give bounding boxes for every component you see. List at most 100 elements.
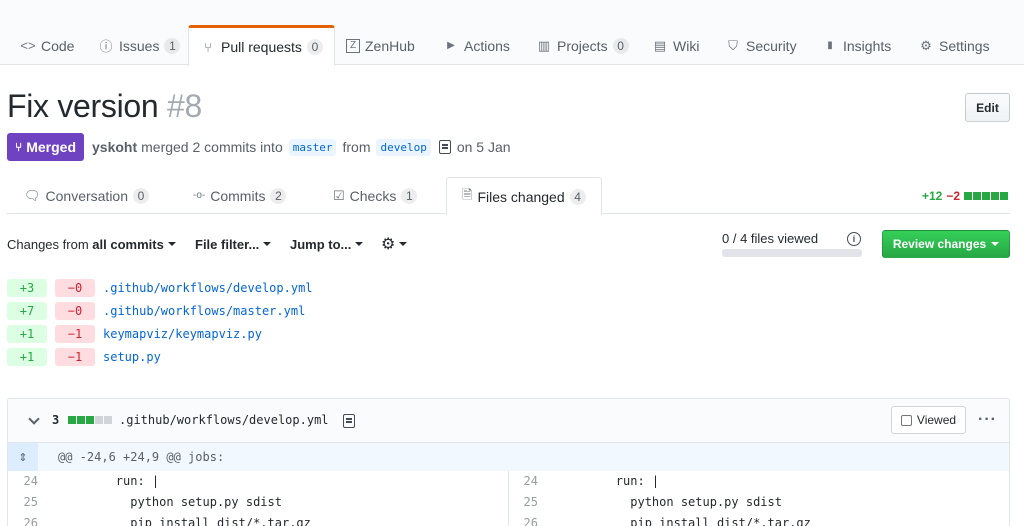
line-number[interactable]: 24 xyxy=(508,474,538,488)
tab-label: Insights xyxy=(843,37,892,54)
table-row: 26 pip install dist/*.tar.gz 26 pip inst… xyxy=(8,513,1009,526)
deletions-count: −2 xyxy=(946,189,961,203)
pr-meta: ⑂ Merged yskoht merged 2 commits into ma… xyxy=(7,133,511,161)
file-deletions: −0 xyxy=(55,301,95,320)
list-item[interactable]: +3 −0 .github/workflows/develop.yml xyxy=(7,278,313,297)
line-number[interactable]: 26 xyxy=(508,516,538,526)
viewed-checkbox[interactable]: Viewed xyxy=(891,406,966,434)
project-icon: ▥ xyxy=(537,37,551,53)
file-link[interactable]: setup.py xyxy=(103,350,161,364)
files-counter: 4 xyxy=(569,188,586,205)
code-line: pip install dist/*.tar.gz xyxy=(58,516,311,526)
table-row: 24 run: | 24 run: | xyxy=(8,471,1009,492)
list-item[interactable]: +7 −0 .github/workflows/master.yml xyxy=(7,301,305,320)
file-filter-menu[interactable]: File filter... xyxy=(195,235,272,253)
tab-wiki[interactable]: ▤ Wiki xyxy=(652,26,700,65)
caret-down-icon xyxy=(991,242,1000,246)
issue-icon: ⓘ xyxy=(99,39,113,54)
merge-icon: ⑂ xyxy=(15,140,23,154)
caret-down-icon xyxy=(355,242,364,246)
diff-settings-menu[interactable]: ⚙ xyxy=(381,235,408,253)
line-number[interactable]: 25 xyxy=(508,495,538,509)
edit-button[interactable]: Edit xyxy=(965,93,1010,122)
tab-label: Pull requests xyxy=(221,39,302,55)
chevron-down-icon[interactable] xyxy=(28,413,40,425)
status-label: Merged xyxy=(26,139,76,155)
tab-label: ZenHub xyxy=(365,37,415,54)
tab-label: Conversation xyxy=(45,187,129,204)
kebab-menu-icon[interactable]: ··· xyxy=(978,411,997,429)
checkbox[interactable] xyxy=(900,414,912,426)
tab-zenhub[interactable]: Z ZenHub xyxy=(346,26,415,65)
tab-security[interactable]: ⛉ Security xyxy=(725,26,797,65)
tab-label: Issues xyxy=(119,37,160,54)
changes-from-value: all commits xyxy=(92,236,164,252)
tab-conversation[interactable]: 🗨 Conversation 0 xyxy=(24,177,150,214)
tab-files-changed[interactable]: 🗎 Files changed 4 xyxy=(446,177,602,215)
jump-to-label: Jump to... xyxy=(290,236,352,252)
file-additions: +7 xyxy=(7,301,47,320)
table-row: 25 python setup.py sdist 25 python setup… xyxy=(8,492,1009,513)
code-icon: <> xyxy=(20,38,36,53)
tab-label: Security xyxy=(746,37,797,54)
list-item[interactable]: +1 −1 keymapviz/keymapviz.py xyxy=(7,324,262,343)
files-viewed-progress xyxy=(722,249,862,257)
file-link[interactable]: .github/workflows/master.yml xyxy=(103,304,305,318)
base-branch[interactable]: master xyxy=(288,138,337,156)
author-link[interactable]: yskoht xyxy=(92,139,137,155)
viewed-label: Viewed xyxy=(916,413,957,427)
caret-down-icon xyxy=(167,242,176,246)
code-line: python setup.py sdist xyxy=(58,495,282,509)
shield-icon: ⛉ xyxy=(728,37,738,53)
diff-file-stat xyxy=(68,416,113,424)
review-changes-button[interactable]: Review changes xyxy=(882,230,1010,258)
tab-issues[interactable]: ⓘ Issues 1 xyxy=(98,26,181,65)
pull-requests-counter: 0 xyxy=(306,39,323,55)
tab-projects[interactable]: ▥ Projects 0 xyxy=(536,26,629,65)
diffstat-block xyxy=(1000,192,1009,200)
jump-to-menu[interactable]: Jump to... xyxy=(290,235,364,253)
hunk-text: @@ -24,6 +24,9 @@ jobs: xyxy=(58,450,225,464)
commits-counter: 2 xyxy=(270,187,287,204)
line-number[interactable]: 26 xyxy=(8,516,38,526)
diffstat-block xyxy=(68,416,76,424)
checklist-icon: ☑ xyxy=(333,187,345,203)
tab-code[interactable]: <> Code xyxy=(20,26,74,65)
file-diff-icon: 🗎 xyxy=(462,186,473,202)
tab-insights[interactable]: ▮ Insights xyxy=(822,26,891,65)
head-branch[interactable]: develop xyxy=(376,138,431,156)
diff-file-name[interactable]: .github/workflows/develop.yml xyxy=(119,413,329,427)
comment-icon: 🗨 xyxy=(24,187,41,203)
tab-checks[interactable]: ☑ Checks 1 xyxy=(333,177,418,214)
merge-date: on 5 Jan xyxy=(456,139,511,155)
diffstat-block xyxy=(991,192,1000,200)
book-icon: ▤ xyxy=(653,37,667,53)
expand-icon[interactable]: ⇕ xyxy=(8,443,38,471)
clipboard-icon[interactable] xyxy=(438,140,451,154)
list-item[interactable]: +1 −1 setup.py xyxy=(7,347,161,366)
changes-from-menu[interactable]: Changes from all commits xyxy=(7,235,176,253)
tab-pull-requests[interactable]: ⑂ Pull requests 0 xyxy=(188,25,335,66)
code-line: run: | xyxy=(558,474,660,488)
file-link[interactable]: .github/workflows/develop.yml xyxy=(103,281,313,295)
file-link[interactable]: keymapviz/keymapviz.py xyxy=(103,327,262,341)
tab-commits[interactable]: -o- Commits 2 xyxy=(193,177,287,214)
line-number[interactable]: 24 xyxy=(8,474,38,488)
line-number[interactable]: 25 xyxy=(8,495,38,509)
review-changes-label: Review changes xyxy=(892,237,987,251)
from-word: from xyxy=(342,139,371,155)
tab-settings[interactable]: ⚙ Settings xyxy=(918,26,989,65)
pull-request-icon: ⑂ xyxy=(204,39,212,55)
file-filter-label: File filter... xyxy=(195,236,260,252)
file-additions: +1 xyxy=(7,347,47,366)
diffstat-block xyxy=(104,416,112,424)
changes-from-label: Changes from xyxy=(7,236,89,252)
code-line: pip install dist/*.tar.gz xyxy=(558,516,811,526)
diffstat-block xyxy=(973,192,982,200)
checks-counter: 1 xyxy=(401,187,418,204)
tab-label: Checks xyxy=(349,187,397,204)
additions-count: +12 xyxy=(922,189,943,203)
clipboard-icon[interactable] xyxy=(343,414,355,428)
tab-actions[interactable]: ▶ Actions xyxy=(443,26,510,65)
info-icon[interactable]: i xyxy=(847,232,861,246)
